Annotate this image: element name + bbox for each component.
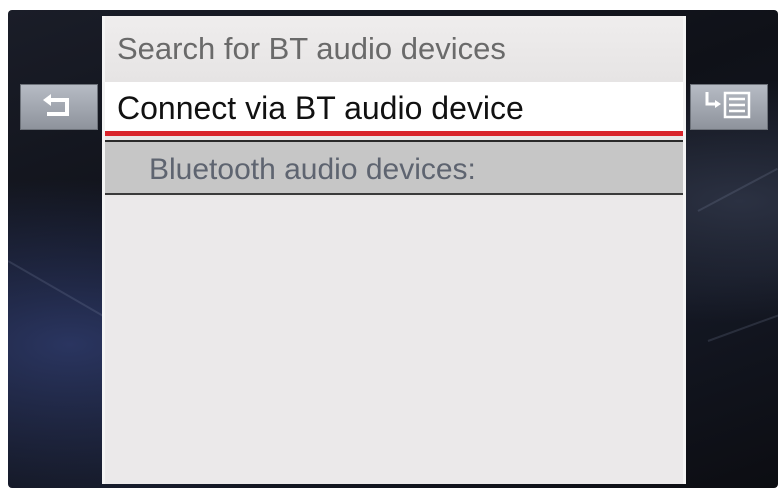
- menu-item-search-bt-devices[interactable]: Search for BT audio devices: [105, 16, 683, 82]
- section-header-label: Bluetooth audio devices:: [149, 153, 476, 186]
- menu-item-connect-bt-device[interactable]: Connect via BT audio device: [105, 82, 683, 136]
- submenu-button[interactable]: [690, 84, 768, 130]
- menu-item-label: Connect via BT audio device: [117, 90, 524, 126]
- back-button[interactable]: [20, 84, 98, 130]
- display-screen: Search for BT audio devices Connect via …: [8, 10, 778, 488]
- background-streak: [8, 260, 113, 322]
- submenu-list-icon: [703, 89, 755, 126]
- background-streak: [707, 312, 778, 342]
- back-arrow-icon: [39, 91, 79, 124]
- section-header: Bluetooth audio devices:: [105, 140, 683, 195]
- bluetooth-audio-menu: Search for BT audio devices Connect via …: [102, 16, 686, 484]
- menu-item-label: Search for BT audio devices: [117, 31, 506, 66]
- background-streak: [697, 167, 778, 212]
- device-list: [105, 197, 683, 484]
